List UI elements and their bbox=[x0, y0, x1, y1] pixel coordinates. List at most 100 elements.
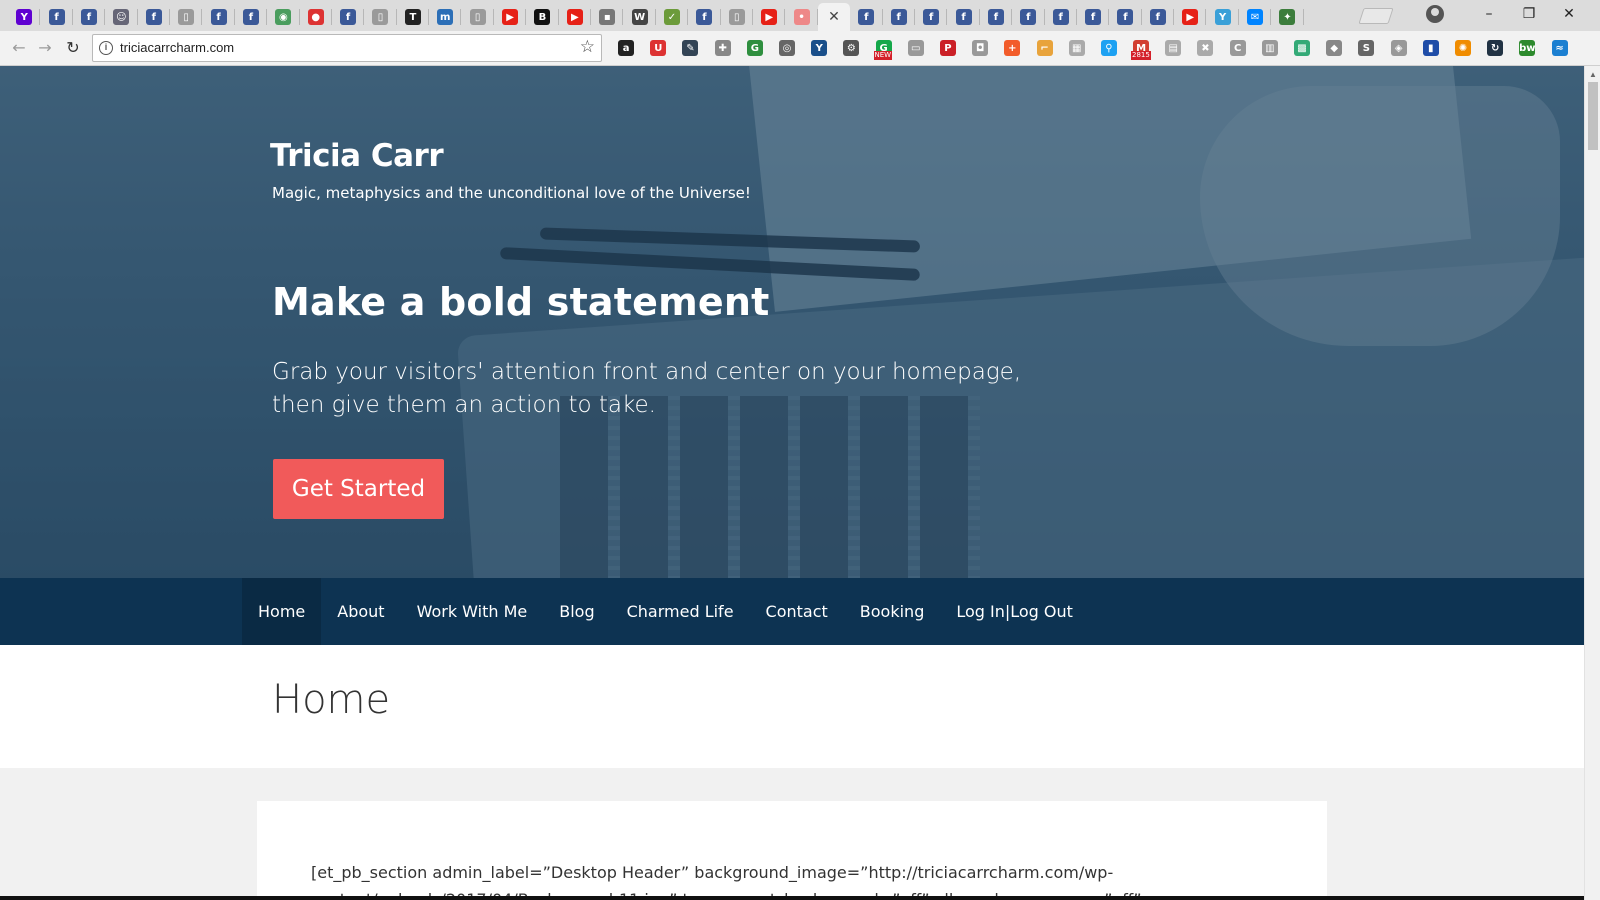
extension-button[interactable]: ◎ bbox=[771, 36, 803, 60]
browser-tab[interactable]: ▯ bbox=[170, 3, 203, 31]
browser-tab[interactable]: Y bbox=[8, 3, 41, 31]
nav-item-charmed-life[interactable]: Charmed Life bbox=[611, 578, 750, 645]
browser-tab[interactable]: f bbox=[1077, 3, 1110, 31]
extension-button[interactable]: ◈ bbox=[1383, 36, 1415, 60]
nav-item-login-logout[interactable]: Log In|Log Out bbox=[940, 578, 1089, 645]
browser-tab[interactable]: f bbox=[40, 3, 74, 31]
url-text[interactable]: triciacarrcharm.com bbox=[120, 40, 234, 55]
browser-tab[interactable]: ▶ bbox=[753, 3, 786, 31]
browser-tab[interactable]: W bbox=[623, 3, 657, 31]
nav-item-contact[interactable]: Contact bbox=[750, 578, 844, 645]
new-tab-button[interactable] bbox=[1358, 8, 1394, 24]
browser-tab[interactable]: ☺ bbox=[105, 3, 138, 31]
browser-tab[interactable]: T bbox=[397, 3, 430, 31]
minimize-icon[interactable]: – bbox=[1474, 4, 1504, 24]
address-bar[interactable]: i triciacarrcharm.com ☆ bbox=[92, 34, 602, 62]
browser-tab[interactable]: ▯ bbox=[461, 3, 495, 31]
browser-tab[interactable]: f bbox=[915, 3, 948, 31]
browser-tab[interactable]: ● bbox=[300, 3, 333, 31]
browser-tab[interactable]: f bbox=[883, 3, 916, 31]
browser-tab[interactable]: f bbox=[1012, 3, 1045, 31]
browser-tab[interactable]: f bbox=[202, 3, 236, 31]
extension-button[interactable]: ◆ bbox=[1318, 36, 1350, 60]
extension-button[interactable]: ⚲ bbox=[1093, 36, 1125, 60]
restore-icon[interactable]: ❐ bbox=[1514, 4, 1544, 24]
browser-tab[interactable]: f bbox=[1109, 3, 1143, 31]
browser-tab[interactable]: f bbox=[235, 3, 268, 31]
extension-button[interactable]: ✚ bbox=[707, 36, 739, 60]
browser-tab[interactable]: ▶ bbox=[559, 3, 592, 31]
extension-button[interactable]: ✺ bbox=[1447, 36, 1479, 60]
get-started-button[interactable]: Get Started bbox=[273, 459, 444, 519]
browser-tab[interactable]: ▶ bbox=[494, 3, 527, 31]
forward-icon[interactable]: → bbox=[34, 37, 56, 59]
extension-button[interactable]: a bbox=[610, 36, 642, 60]
extension-button[interactable]: ▮ bbox=[1415, 36, 1447, 60]
nav-item-work-with-me[interactable]: Work With Me bbox=[401, 578, 544, 645]
window-close-icon[interactable]: ✕ bbox=[1554, 4, 1584, 24]
page-scrollbar[interactable]: ▲ bbox=[1584, 66, 1600, 900]
extension-button[interactable]: P bbox=[932, 36, 964, 60]
browser-tab[interactable]: ▶ bbox=[1174, 3, 1207, 31]
site-title[interactable]: Tricia Carr bbox=[270, 138, 444, 174]
extension-button[interactable]: Y bbox=[803, 36, 835, 60]
scroll-up-icon[interactable]: ▲ bbox=[1589, 70, 1597, 79]
extension-button[interactable]: + bbox=[996, 36, 1028, 60]
browser-tab[interactable]: ▯ bbox=[721, 3, 754, 31]
info-icon[interactable]: i bbox=[99, 41, 113, 55]
extension-button[interactable]: ✎ bbox=[674, 36, 706, 60]
extension-button[interactable]: ⚙ bbox=[835, 36, 867, 60]
extension-button[interactable]: bw bbox=[1511, 36, 1543, 60]
extension-button[interactable]: S bbox=[1350, 36, 1382, 60]
scroll-thumb[interactable] bbox=[1588, 82, 1598, 150]
extension-button[interactable]: ◘ bbox=[964, 36, 996, 60]
youtube-icon: ▶ bbox=[761, 9, 778, 25]
browser-tab[interactable]: f bbox=[688, 3, 721, 31]
nav-item-home[interactable]: Home bbox=[242, 578, 322, 645]
reload-icon[interactable]: ↻ bbox=[62, 37, 84, 59]
extension-button[interactable]: ↻ bbox=[1479, 36, 1511, 60]
browser-tab[interactable]: f bbox=[1045, 3, 1078, 31]
browser-tab[interactable]: f bbox=[850, 3, 883, 31]
back-icon[interactable]: ← bbox=[8, 37, 30, 59]
browser-tab[interactable]: f bbox=[138, 3, 171, 31]
browser-tab[interactable]: ✉ bbox=[1239, 3, 1272, 31]
browser-tab[interactable]: f bbox=[73, 3, 106, 31]
extension-button[interactable]: ▩ bbox=[1286, 36, 1318, 60]
nav-item-about[interactable]: About bbox=[321, 578, 400, 645]
browser-tab[interactable]: ✕ bbox=[817, 3, 851, 31]
hero-subtext: Grab your visitors' attention front and … bbox=[272, 359, 1022, 418]
browser-tab[interactable]: f bbox=[332, 3, 365, 31]
browser-tab[interactable]: ◉ bbox=[267, 3, 300, 31]
extension-button[interactable]: C bbox=[1222, 36, 1254, 60]
browser-tab[interactable]: B bbox=[526, 3, 560, 31]
extension-button[interactable]: ▭ bbox=[900, 36, 932, 60]
browser-tab[interactable]: ✦ bbox=[1271, 3, 1305, 31]
extension-button[interactable]: G NEW bbox=[868, 36, 900, 60]
nav-item-booking[interactable]: Booking bbox=[844, 578, 941, 645]
extension-button[interactable]: M 2815 bbox=[1125, 36, 1157, 60]
extension-button[interactable]: ▤ bbox=[1157, 36, 1189, 60]
extension-button[interactable]: G bbox=[739, 36, 771, 60]
extension-button[interactable]: ≈ bbox=[1543, 36, 1575, 60]
extension-button[interactable]: ▥ bbox=[1254, 36, 1286, 60]
bookmark-star-icon[interactable]: ☆ bbox=[580, 37, 595, 57]
browser-tab[interactable]: f bbox=[947, 3, 981, 31]
browser-tab[interactable]: Y bbox=[1206, 3, 1240, 31]
close-icon[interactable]: ✕ bbox=[828, 9, 840, 25]
browser-tab[interactable]: m bbox=[429, 3, 462, 31]
profile-icon[interactable] bbox=[1426, 5, 1444, 23]
browser-tab[interactable]: ▯ bbox=[364, 3, 398, 31]
extension-button[interactable]: ✖ bbox=[1189, 36, 1221, 60]
extension-button[interactable]: ⌐ bbox=[1028, 36, 1060, 60]
extension-button[interactable]: ▦ bbox=[1061, 36, 1093, 60]
extension-button[interactable]: U bbox=[642, 36, 674, 60]
browser-tab[interactable]: ✓ bbox=[656, 3, 689, 31]
plus-icon: + bbox=[1004, 40, 1021, 56]
browser-tab[interactable]: f bbox=[1142, 3, 1175, 31]
facebook-icon: f bbox=[145, 9, 162, 25]
browser-tab[interactable]: f bbox=[980, 3, 1013, 31]
browser-tab[interactable]: • bbox=[785, 3, 819, 31]
nav-item-blog[interactable]: Blog bbox=[543, 578, 610, 645]
browser-tab[interactable]: ▪ bbox=[591, 3, 624, 31]
